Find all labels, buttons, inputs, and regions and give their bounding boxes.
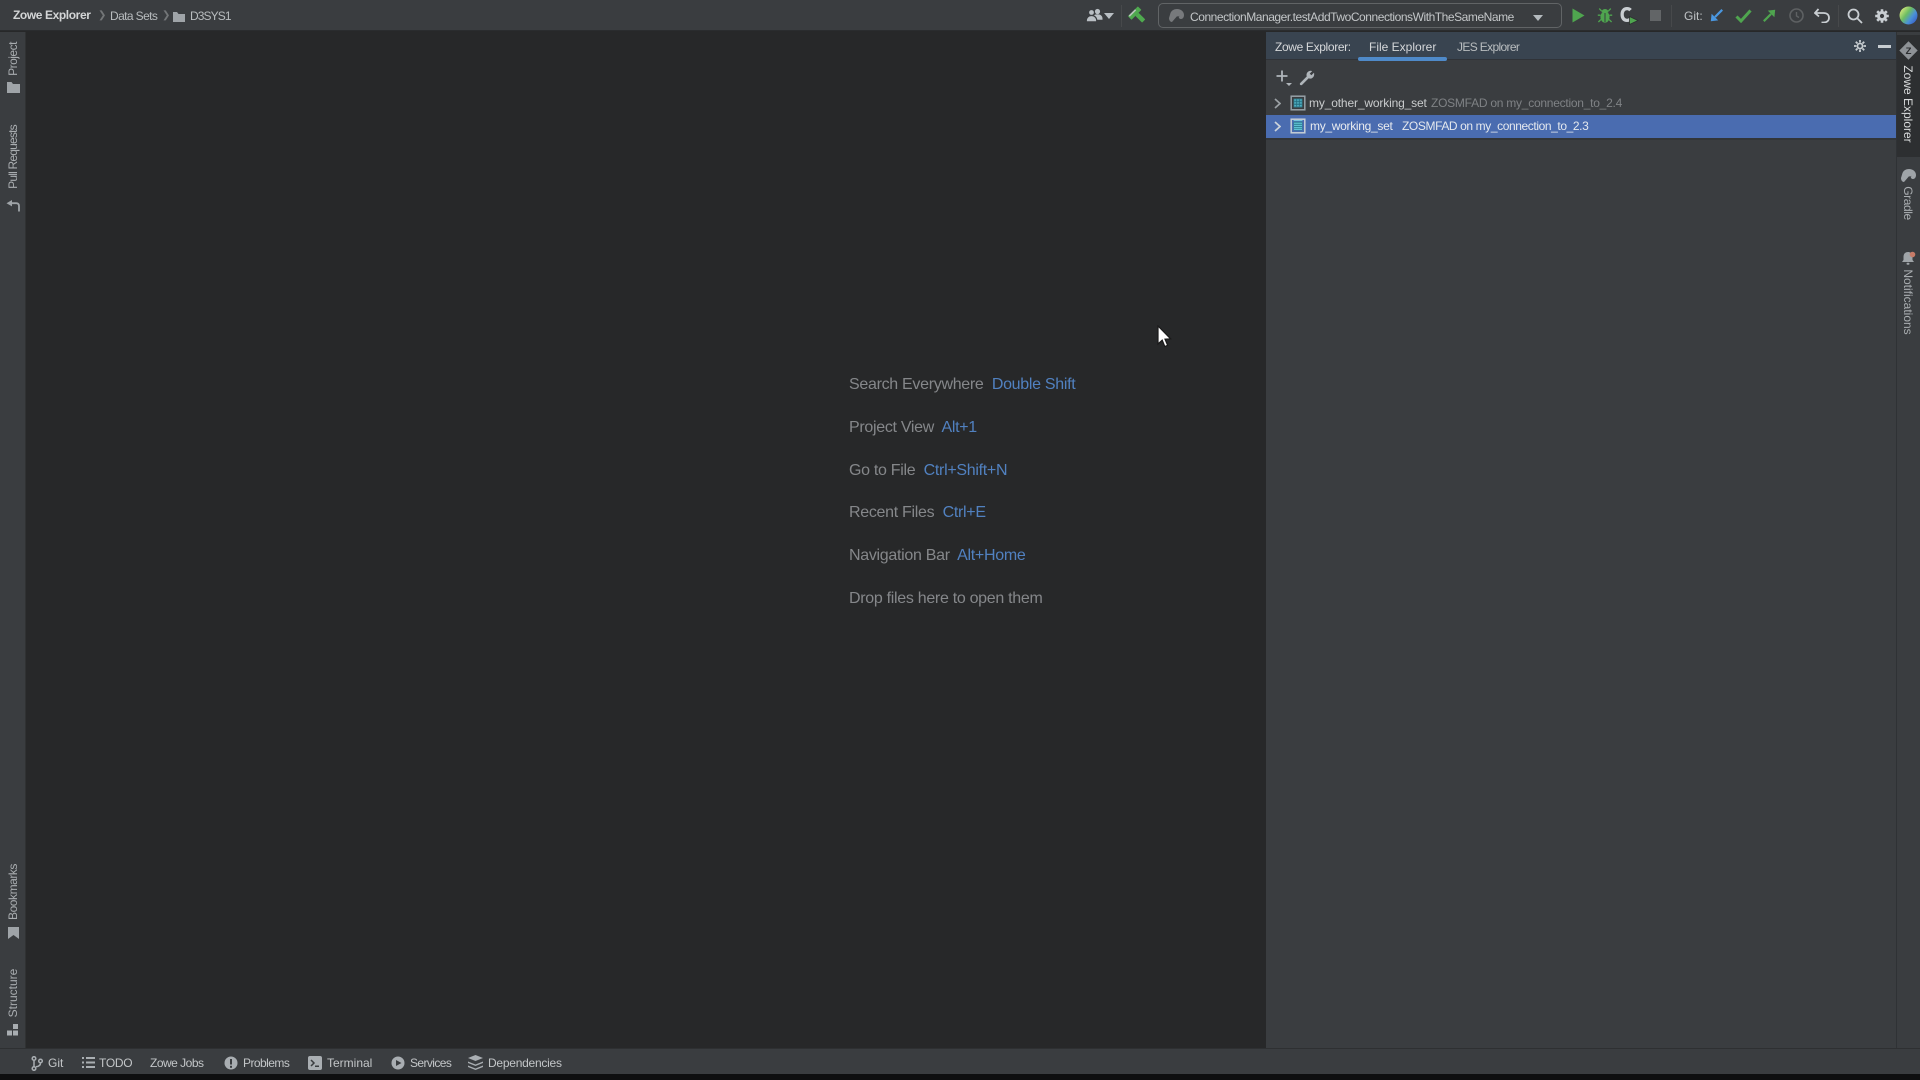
svg-text:Z: Z <box>1906 46 1912 57</box>
